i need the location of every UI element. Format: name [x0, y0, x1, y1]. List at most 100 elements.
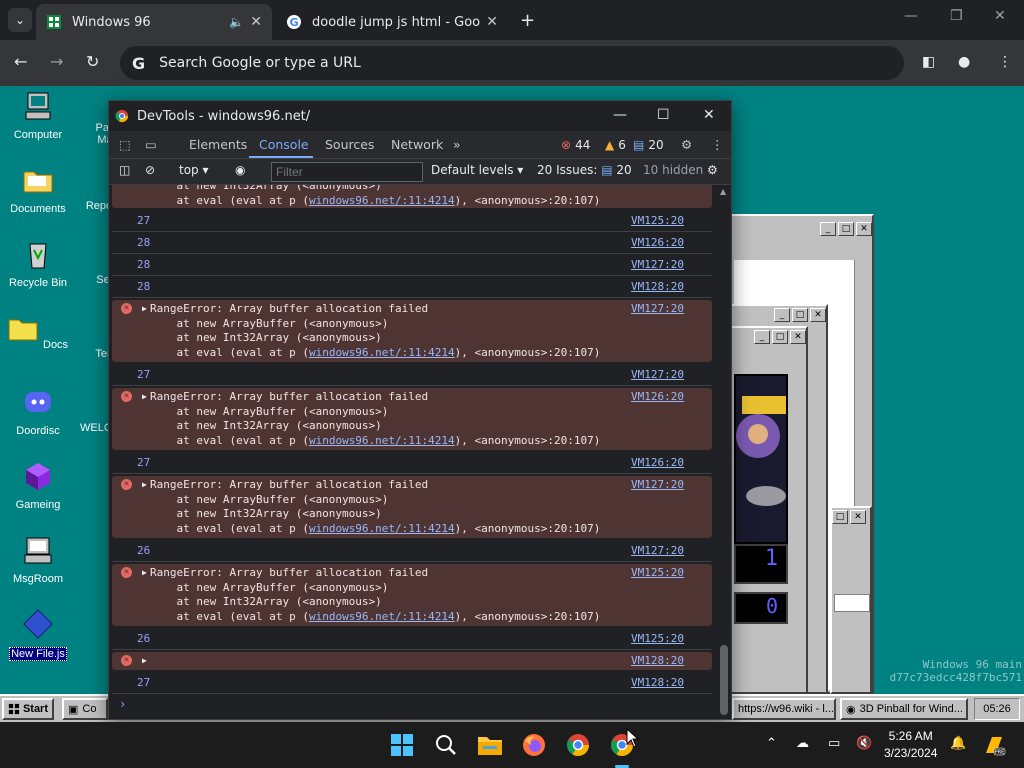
source-link[interactable]: VM128:20: [631, 676, 684, 689]
source-link[interactable]: VM126:20: [631, 456, 684, 469]
sidebar-toggle-icon[interactable]: ◫: [119, 163, 130, 177]
close-icon[interactable]: ✕: [810, 308, 826, 322]
minimize-icon[interactable]: _: [820, 222, 836, 236]
copilot-button[interactable]: PRE: [980, 731, 1008, 759]
desktop-icon-recycle-bin[interactable]: Recycle Bin: [0, 238, 76, 289]
desktop-icon-gameing[interactable]: Gameing: [0, 460, 76, 511]
firefox-button[interactable]: [520, 731, 548, 759]
log-levels-dropdown[interactable]: Default levels ▾: [431, 163, 523, 177]
system-clock[interactable]: 5:26 AM 3/23/2024: [884, 728, 937, 762]
tab-windows96[interactable]: Windows 96 🔈 ✕: [36, 4, 272, 40]
eye-icon[interactable]: ◉: [235, 163, 245, 177]
console-log-row[interactable]: 26 VM125:20: [112, 628, 712, 650]
side-panel-icon[interactable]: ◧: [922, 54, 935, 70]
back-arrow-icon[interactable]: ←: [14, 52, 27, 71]
console-log-row[interactable]: 28 VM127:20: [112, 254, 712, 276]
source-link[interactable]: VM128:20: [631, 654, 684, 667]
tab-search-button[interactable]: ⌄: [8, 8, 32, 32]
source-link[interactable]: VM127:20: [631, 258, 684, 271]
console-error-row[interactable]: ✕ ▶ VM126:20 RangeError: Array buffer alloc…: [112, 388, 712, 450]
console-error-row[interactable]: ✕ ▶ VM127:20 RangeError: Array buffer alloc…: [112, 300, 712, 362]
console-log-row[interactable]: 28 VM128:20: [112, 276, 712, 298]
desktop-icon-docs[interactable]: Docs: [0, 312, 76, 351]
forward-arrow-icon[interactable]: →: [50, 52, 63, 71]
maximize-icon[interactable]: □: [838, 222, 854, 236]
maximize-icon[interactable]: □: [772, 330, 788, 344]
more-tabs-icon[interactable]: »: [453, 137, 461, 152]
error-count-badge[interactable]: ⊗ 44: [561, 138, 590, 152]
input-field[interactable]: [834, 594, 870, 612]
maximize-icon[interactable]: ☐: [657, 107, 670, 123]
filter-input[interactable]: [271, 162, 423, 182]
expand-triangle-icon[interactable]: ▶: [142, 656, 147, 665]
console-prompt[interactable]: ›: [119, 697, 126, 711]
menu-kebab-icon[interactable]: ⋮: [711, 137, 724, 152]
device-toolbar-icon[interactable]: ▭: [145, 137, 157, 152]
source-link[interactable]: VM125:20: [631, 566, 684, 579]
start-button[interactable]: [388, 731, 416, 759]
omnibox[interactable]: G Search Google or type a URL: [120, 46, 904, 80]
tab-elements[interactable]: Elements: [189, 137, 247, 152]
source-link[interactable]: windows96.net/:11:4214: [309, 522, 455, 535]
expand-triangle-icon[interactable]: ▶: [142, 568, 147, 577]
speaker-icon[interactable]: 🔈: [229, 15, 244, 29]
taskbar-button-pinball[interactable]: ◉ 3D Pinball for Wind...: [840, 698, 968, 720]
source-link[interactable]: VM125:20: [631, 214, 684, 227]
source-link[interactable]: VM127:20: [631, 368, 684, 381]
inspect-element-icon[interactable]: ⬚: [119, 137, 131, 152]
new-tab-button[interactable]: +: [520, 10, 535, 31]
source-link[interactable]: VM126:20: [631, 236, 684, 249]
source-link[interactable]: windows96.net/:11:4214: [309, 434, 455, 447]
source-link[interactable]: windows96.net/:11:4214: [309, 610, 455, 623]
console-log-row[interactable]: 28 VM126:20: [112, 232, 712, 254]
file-explorer-button[interactable]: [476, 731, 504, 759]
source-link[interactable]: windows96.net/:11:4214: [309, 194, 455, 207]
context-selector[interactable]: top ▾: [179, 163, 209, 177]
win96-pinball-window[interactable]: _ □ ✕ 1 0: [728, 326, 808, 694]
clear-console-icon[interactable]: ⊘: [145, 163, 155, 177]
search-button[interactable]: [432, 731, 460, 759]
close-tab-icon[interactable]: ✕: [486, 14, 498, 30]
close-icon[interactable]: ✕: [790, 330, 806, 344]
cloud-offline-icon[interactable]: ☁: [796, 736, 809, 751]
maximize-icon[interactable]: □: [832, 510, 848, 524]
maximize-icon[interactable]: □: [792, 308, 808, 322]
console-log-row[interactable]: 27 VM127:20: [112, 364, 712, 386]
minimize-icon[interactable]: _: [754, 330, 770, 344]
settings-gear-icon[interactable]: ⚙: [681, 137, 692, 152]
tab-console[interactable]: Console: [259, 137, 309, 152]
display-icon[interactable]: ▭: [828, 736, 840, 751]
close-tab-icon[interactable]: ✕: [250, 14, 262, 30]
expand-triangle-icon[interactable]: ▶: [142, 480, 147, 489]
minimize-icon[interactable]: _: [774, 308, 790, 322]
console-error-partial[interactable]: at new Int32Array (<anonymous>) at eval …: [112, 185, 712, 208]
console-error-row[interactable]: ✕ ▶ VM127:20 RangeError: Array buffer alloc…: [112, 476, 712, 538]
volume-muted-icon[interactable]: 🔇: [856, 736, 872, 751]
source-link[interactable]: VM128:20: [631, 280, 684, 293]
info-count-badge[interactable]: ▤ 20: [633, 138, 664, 152]
restore-icon[interactable]: ❐: [950, 8, 963, 24]
show-hidden-icons-chevron-icon[interactable]: ⌃: [766, 736, 777, 751]
expand-triangle-icon[interactable]: ▶: [142, 392, 147, 401]
desktop-icon-msgroom[interactable]: MsgRoom: [0, 534, 76, 585]
source-link[interactable]: VM126:20: [631, 390, 684, 403]
warning-count-badge[interactable]: ▲ 6: [605, 138, 626, 152]
console-error-row[interactable]: ✕ ▶ VM125:20 RangeError: Array buffer alloc…: [112, 564, 712, 626]
notification-bell-icon[interactable]: 🔔: [950, 736, 966, 751]
close-icon[interactable]: ✕: [856, 222, 872, 236]
source-link[interactable]: windows96.net/:11:4214: [309, 346, 455, 359]
source-link[interactable]: VM127:20: [631, 544, 684, 557]
console-log-row[interactable]: 27 VM126:20: [112, 452, 712, 474]
reload-icon[interactable]: ↻: [86, 52, 99, 71]
desktop-icon-doordisc[interactable]: Doordisc: [0, 386, 76, 437]
tab-sources[interactable]: Sources: [325, 137, 374, 152]
console-log-row[interactable]: 26 VM127:20: [112, 540, 712, 562]
source-link[interactable]: VM127:20: [631, 302, 684, 315]
tab-network[interactable]: Network: [391, 137, 443, 152]
devtools-titlebar[interactable]: DevTools - windows96.net/: [109, 101, 731, 131]
close-window-icon[interactable]: ✕: [994, 8, 1006, 24]
desktop-icon-documents[interactable]: Documents: [0, 164, 76, 215]
chrome-button[interactable]: [564, 731, 592, 759]
desktop-icon-computer[interactable]: Computer: [0, 90, 76, 141]
scrollbar-thumb[interactable]: [720, 645, 728, 715]
